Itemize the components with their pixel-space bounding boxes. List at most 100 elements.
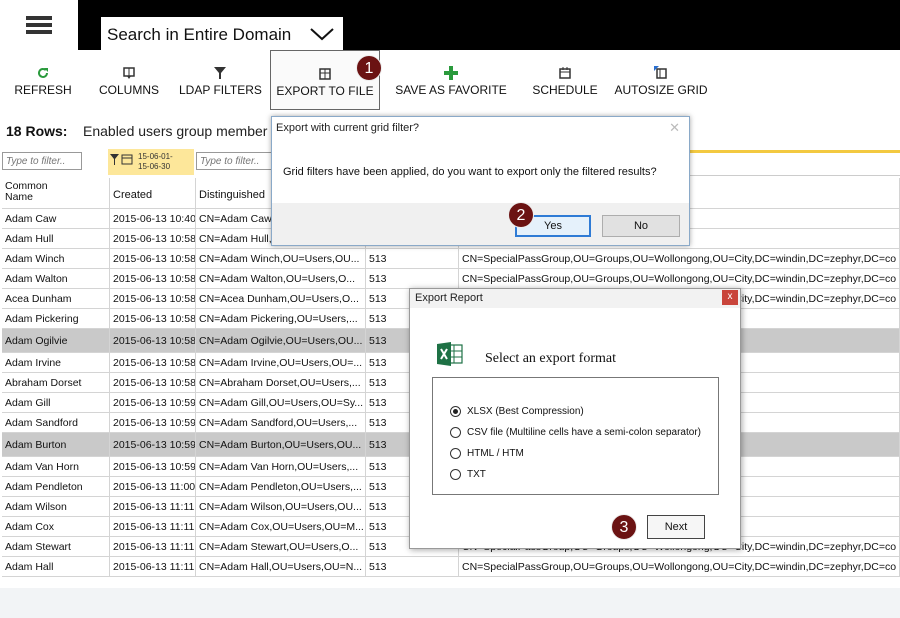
refresh-button[interactable]: REFRESH (10, 50, 76, 110)
cell-distinguished-name: CN=Adam Hall,OU=Users,OU=N... (196, 557, 366, 576)
step-badge-2: 2 (508, 202, 534, 228)
schedule-label: SCHEDULE (532, 83, 598, 97)
excel-icon (437, 342, 463, 366)
date-filter-icon (110, 154, 133, 165)
cell-distinguished-name: CN=Adam Gill,OU=Users,OU=Sy... (196, 393, 366, 412)
group-filter-input[interactable] (689, 150, 900, 176)
cell-primary-group-id: 513 (366, 249, 459, 268)
report-description: Enabled users group member (83, 123, 268, 139)
grid-footer (0, 588, 900, 618)
hamburger-menu-button[interactable] (0, 0, 78, 50)
columns-label: COLUMNS (98, 83, 159, 97)
schedule-button[interactable]: SCHEDULE (530, 50, 600, 110)
cell-distinguished-name: CN=Adam Stewart,OU=Users,O... (196, 537, 366, 556)
cell-common-name: Adam Irvine (2, 353, 110, 372)
format-option-csv[interactable]: CSV file (Multiline cells have a semi-co… (450, 427, 701, 438)
cell-common-name: Adam Wilson (2, 497, 110, 516)
calendar-icon (559, 67, 571, 79)
top-bar: Search in Entire Domain (0, 0, 900, 50)
chevron-down-icon (310, 28, 334, 41)
created-date-filter[interactable]: 15-06-01- 15-06-30 (108, 149, 194, 175)
cell-created: 2015-06-13 10:58 (110, 289, 196, 308)
distinguished-name-filter-input[interactable] (196, 152, 274, 170)
export-file-icon (319, 68, 331, 80)
date-filter-from: 15-06-01- (138, 152, 173, 161)
refresh-label: REFRESH (14, 83, 72, 97)
cell-created: 2015-06-13 10:59 (110, 433, 196, 456)
radio-icon (450, 448, 461, 459)
cell-created: 2015-06-13 11:11 (110, 517, 196, 536)
search-scope-dropdown[interactable]: Search in Entire Domain (101, 17, 343, 50)
cell-distinguished-name: CN=Acea Dunham,OU=Users,O... (196, 289, 366, 308)
ldap-filters-label: LDAP FILTERS (179, 83, 262, 97)
column-header-common-name[interactable]: Common Name (2, 178, 110, 208)
search-scope-label: Search in Entire Domain (107, 25, 292, 44)
date-filter-to: 15-06-30 (138, 162, 171, 171)
cell-common-name: Adam Gill (2, 393, 110, 412)
export-report-dialog-title: Export Report (410, 289, 740, 308)
cell-created: 2015-06-13 11:11 (110, 537, 196, 556)
columns-button[interactable]: COLUMNS (96, 50, 162, 110)
export-filter-dialog-message: Grid filters have been applied, do you w… (283, 166, 657, 178)
cell-distinguished-name: CN=Adam Winch,OU=Users,OU... (196, 249, 366, 268)
next-button[interactable]: Next (647, 515, 705, 539)
cell-created: 2015-06-13 10:59 (110, 413, 196, 432)
cell-common-name: Adam Winch (2, 249, 110, 268)
save-as-favorite-button[interactable]: SAVE AS FAVORITE (392, 50, 510, 110)
refresh-icon (38, 67, 48, 78)
cell-primary-group-id: 513 (366, 269, 459, 288)
table-row[interactable]: Adam Walton 2015-06-13 10:58 CN=Adam Walto… (2, 269, 900, 289)
plus-icon (444, 66, 458, 80)
cell-distinguished-name: CN=Adam Pendleton,OU=Users,... (196, 477, 366, 496)
export-format-heading: Select an export format (485, 351, 617, 366)
cell-common-name: Abraham Dorset (2, 373, 110, 392)
cell-common-name: Adam Pickering (2, 309, 110, 328)
no-button[interactable]: No (602, 215, 680, 237)
toolbar: REFRESH COLUMNS LDAP FILTERS EXPORT TO F… (0, 50, 900, 110)
cell-created: 2015-06-13 11:00 (110, 477, 196, 496)
cell-distinguished-name: CN=Adam Ogilvie,OU=Users,OU... (196, 329, 366, 352)
ldap-filters-button[interactable]: LDAP FILTERS (179, 50, 262, 110)
cell-common-name: Adam Hull (2, 229, 110, 248)
cell-created: 2015-06-13 11:11 (110, 557, 196, 576)
cell-primary-group-id: 513 (366, 557, 459, 576)
common-name-filter-input[interactable] (2, 152, 82, 170)
autosize-icon (654, 66, 667, 79)
table-row[interactable]: Adam Winch 2015-06-13 10:58 CN=Adam Winch,… (2, 249, 900, 269)
cell-created: 2015-06-13 10:58 (110, 353, 196, 372)
cell-common-name: Adam Sandford (2, 413, 110, 432)
close-button[interactable]: x (722, 290, 738, 305)
cell-member-of: CN=SpecialPassGroup,OU=Groups,OU=Wollong… (459, 249, 900, 268)
hamburger-icon (26, 13, 52, 37)
export-report-title-text: Export Report (415, 292, 483, 304)
step-badge-1: 1 (356, 55, 382, 81)
cell-created: 2015-06-13 10:58 (110, 249, 196, 268)
cell-distinguished-name: CN=Adam Walton,OU=Users,O... (196, 269, 366, 288)
export-filter-dialog: Export with current grid filter? ✕ Grid … (271, 116, 690, 246)
cell-common-name: Adam Burton (2, 433, 110, 456)
format-option-xlsx[interactable]: XLSX (Best Compression) (450, 406, 584, 417)
format-option-html[interactable]: HTML / HTM (450, 448, 524, 459)
cell-member-of: CN=SpecialPassGroup,OU=Groups,OU=Wollong… (459, 269, 900, 288)
cell-common-name: Adam Caw (2, 209, 110, 228)
cell-created: 2015-06-13 10:58 (110, 329, 196, 352)
cell-distinguished-name: CN=Abraham Dorset,OU=Users,... (196, 373, 366, 392)
row-count: 18 Rows: (6, 123, 68, 139)
table-row[interactable]: Adam Hall 2015-06-13 11:11 CN=Adam Hall,OU… (2, 557, 900, 577)
column-header-created[interactable]: Created (110, 178, 196, 208)
save-as-favorite-label: SAVE AS FAVORITE (395, 83, 507, 97)
cell-common-name: Adam Ogilvie (2, 329, 110, 352)
cell-distinguished-name: CN=Adam Cox,OU=Users,OU=M... (196, 517, 366, 536)
radio-selected-icon (450, 406, 461, 417)
cell-created: 2015-06-13 11:11 (110, 497, 196, 516)
filter-icon (214, 67, 226, 79)
cell-created: 2015-06-13 10:59 (110, 457, 196, 476)
cell-created: 2015-06-13 10:58 (110, 309, 196, 328)
cell-created: 2015-06-13 10:58 (110, 269, 196, 288)
export-filter-dialog-title: Export with current grid filter? (276, 122, 420, 134)
cell-distinguished-name: CN=Adam Burton,OU=Users,OU... (196, 433, 366, 456)
format-option-txt[interactable]: TXT (450, 469, 486, 480)
close-icon[interactable]: ✕ (669, 120, 680, 136)
cell-member-of: CN=SpecialPassGroup,OU=Groups,OU=Wollong… (459, 557, 900, 576)
autosize-grid-button[interactable]: AUTOSIZE GRID (614, 50, 708, 110)
